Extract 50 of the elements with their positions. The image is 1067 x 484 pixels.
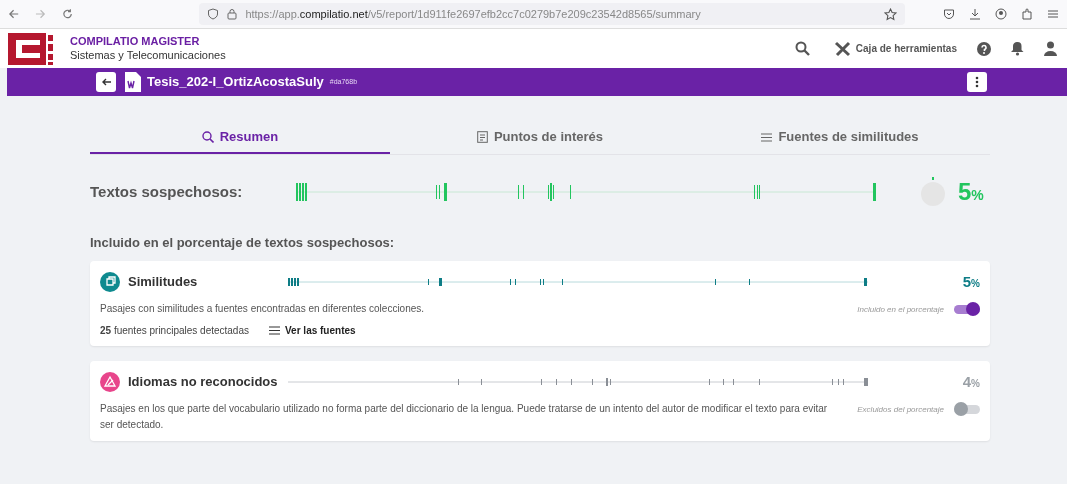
suspicious-percent: 5% <box>958 177 984 207</box>
category-title: Idiomas no reconocidos <box>128 372 279 391</box>
category-icon <box>100 271 120 292</box>
document-icon <box>476 131 488 143</box>
more-button[interactable] <box>967 72 987 92</box>
address-bar[interactable]: https://app.compilatio.net/v5/report/1d911fe2697efb2cc7c0279b7e209c23542d8565/summary <box>199 3 905 25</box>
back-icon[interactable] <box>8 8 20 20</box>
reload-icon[interactable] <box>62 8 74 20</box>
category-title: Similitudes <box>128 272 199 291</box>
category-icon <box>100 371 120 392</box>
category-description: Pasajes en los que parte del vocabulario utilizado no forma parte del diccionario de la lengua. Puede tratarse de un intento del autor de modificar el texto para evitar ser detectado. <box>100 401 829 432</box>
product-name: COMPILATIO MAGISTER <box>70 34 201 49</box>
category-description: Pasajes con similitudes a fuentes encontradas en diferentes colecciones. <box>100 301 426 316</box>
search-icon[interactable] <box>794 41 810 56</box>
logo-icon <box>8 32 54 65</box>
toggle-switch[interactable] <box>954 300 980 317</box>
star-icon[interactable] <box>884 7 897 21</box>
more-icon <box>975 76 979 88</box>
extensions-icon[interactable] <box>1021 8 1033 20</box>
organization-name: Sistemas y Telecomunicaciones <box>70 48 226 63</box>
pocket-icon[interactable] <box>943 8 955 20</box>
toggle-switch[interactable] <box>954 400 980 417</box>
shield-icon <box>207 8 220 20</box>
url-text: https://app.compilatio.net/v5/report/1d911fe2697efb2cc7c0279b7e209c23542d8565/summary <box>245 6 701 22</box>
back-arrow-icon <box>101 78 111 86</box>
view-sources-link[interactable]: Ver las fuentes <box>269 322 356 338</box>
section-heading: Incluido en el porcentaje de textos sospechosos: <box>90 234 396 252</box>
category-percent: 4% <box>962 371 980 392</box>
tab[interactable]: Puntos de interés <box>390 122 690 154</box>
gauge-icon <box>920 177 946 207</box>
toolbox-button[interactable]: Caja de herramientas <box>833 40 957 57</box>
bell-icon[interactable] <box>1011 41 1024 56</box>
tab[interactable]: Fuentes de similitudes <box>690 122 990 154</box>
list-icon <box>269 325 280 335</box>
document-title: Tesis_202-I_OrtizAcostaSuly <box>147 73 324 92</box>
back-button[interactable] <box>96 72 116 92</box>
magnifier-icon <box>201 131 214 143</box>
toggle-label: Incluido en el porcentaje <box>857 303 944 316</box>
tab[interactable]: Resumen <box>90 122 390 154</box>
user-icon[interactable] <box>1044 41 1057 56</box>
sources-count-text: 25 fuentes principales detectadas <box>100 323 249 338</box>
suspicious-label: Textos sospechosos: <box>90 181 244 202</box>
lock-icon <box>227 8 238 20</box>
list-icon <box>761 132 773 142</box>
word-document-icon <box>125 72 141 92</box>
account-icon[interactable] <box>995 8 1007 20</box>
help-icon[interactable] <box>977 41 991 56</box>
category-percent: 5% <box>962 271 980 292</box>
toggle-label: Excluidos del porcentaje <box>857 403 944 416</box>
download-icon[interactable] <box>969 8 981 20</box>
